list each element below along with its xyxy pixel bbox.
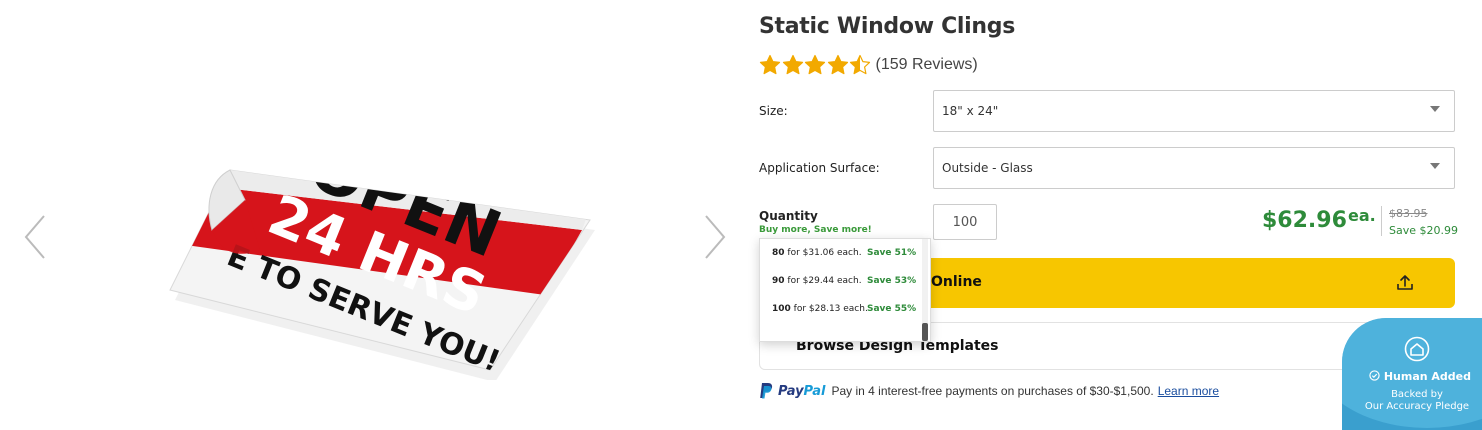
tier-qty: 80 <box>772 248 785 258</box>
surface-label: Application Surface: <box>759 161 880 175</box>
product-title: Static Window Clings <box>759 14 1016 39</box>
badge-title: Human Added <box>1360 370 1480 383</box>
quantity-tier-dropdown[interactable]: 80 for $31.06 each. Save 51% 90 for $29.4… <box>759 238 931 342</box>
paypal-brand: PayPal <box>778 384 825 399</box>
tier-qty: 90 <box>772 276 785 286</box>
savings-amount: Save $20.99 <box>1389 224 1458 237</box>
star-full-icon <box>804 54 826 75</box>
design-online-label: Online <box>931 274 982 290</box>
rating-stars <box>759 54 872 76</box>
product-image: OPEN 24 HRS E TO SERVE YOU! <box>169 169 595 380</box>
star-full-icon <box>782 54 803 75</box>
quantity-sublabel: Buy more, Save more! <box>759 225 872 235</box>
badge-title-text: Human Added <box>1383 370 1472 383</box>
badge-line-3: Our Accuracy Pledge <box>1364 401 1470 412</box>
dropdown-scrollbar-thumb[interactable] <box>922 323 928 341</box>
accuracy-pledge-badge[interactable]: Human Added Backed by Our Accuracy Pledg… <box>1342 318 1482 430</box>
chevron-left-icon <box>24 215 45 259</box>
price-unit: ea. <box>1348 206 1376 225</box>
badge-line-2: Backed by <box>1391 389 1443 400</box>
paypal-info: PayPal Pay in 4 interest-free payments o… <box>759 382 1219 400</box>
learn-more-link[interactable]: Learn more <box>1158 384 1219 398</box>
star-half-icon <box>849 54 871 75</box>
size-label: Size: <box>759 104 788 118</box>
size-value: 18" x 24" <box>942 104 999 118</box>
tier-save: Save 55% <box>867 304 917 314</box>
paypal-brand-pal: Pal <box>803 383 826 399</box>
tier-each: for $31.06 each. <box>787 248 862 258</box>
tier-each: for $28.13 each. <box>793 304 868 314</box>
tier-save: Save 51% <box>867 248 917 258</box>
chevron-down-icon <box>1430 163 1440 169</box>
quantity-input[interactable] <box>933 204 997 240</box>
tier-option[interactable]: 80 for $31.06 each. Save 51% <box>772 248 916 258</box>
star-full-icon <box>759 54 781 75</box>
star-full-icon <box>827 54 848 75</box>
paypal-logo-icon <box>760 383 773 399</box>
chevron-right-icon <box>705 215 726 259</box>
current-price: $62.96 <box>1262 208 1347 233</box>
original-price: $83.95 <box>1389 207 1428 220</box>
check-circle-icon <box>1369 370 1380 381</box>
reviews-count[interactable]: (159 Reviews) <box>876 56 978 74</box>
badge-subtitle: Backed by Our Accuracy Pledge <box>1352 389 1482 413</box>
paypal-brand-pay: Pay <box>778 383 804 399</box>
product-rating[interactable]: (159 Reviews) <box>759 54 978 76</box>
paypal-text: Pay in 4 interest-free payments on purch… <box>831 384 1154 398</box>
product-gallery: OPEN 24 HRS E TO SERVE YOU! <box>0 0 740 430</box>
next-image-arrow[interactable] <box>700 212 730 262</box>
previous-image-arrow[interactable] <box>20 212 50 262</box>
tier-each: for $29.44 each. <box>787 276 862 286</box>
size-select[interactable]: 18" x 24" <box>933 90 1455 132</box>
quantity-label: Quantity <box>759 209 818 223</box>
tier-save: Save 53% <box>867 276 917 286</box>
upload-icon <box>1397 275 1413 290</box>
chevron-down-icon <box>1430 106 1440 112</box>
surface-select[interactable]: Outside - Glass <box>933 147 1455 189</box>
shield-house-icon <box>1404 336 1430 362</box>
tier-option[interactable]: 100 for $28.13 each. Save 55% <box>772 304 916 314</box>
price-divider <box>1381 206 1382 236</box>
surface-value: Outside - Glass <box>942 161 1033 175</box>
tier-qty: 100 <box>772 304 791 314</box>
tier-option[interactable]: 90 for $29.44 each. Save 53% <box>772 276 916 286</box>
